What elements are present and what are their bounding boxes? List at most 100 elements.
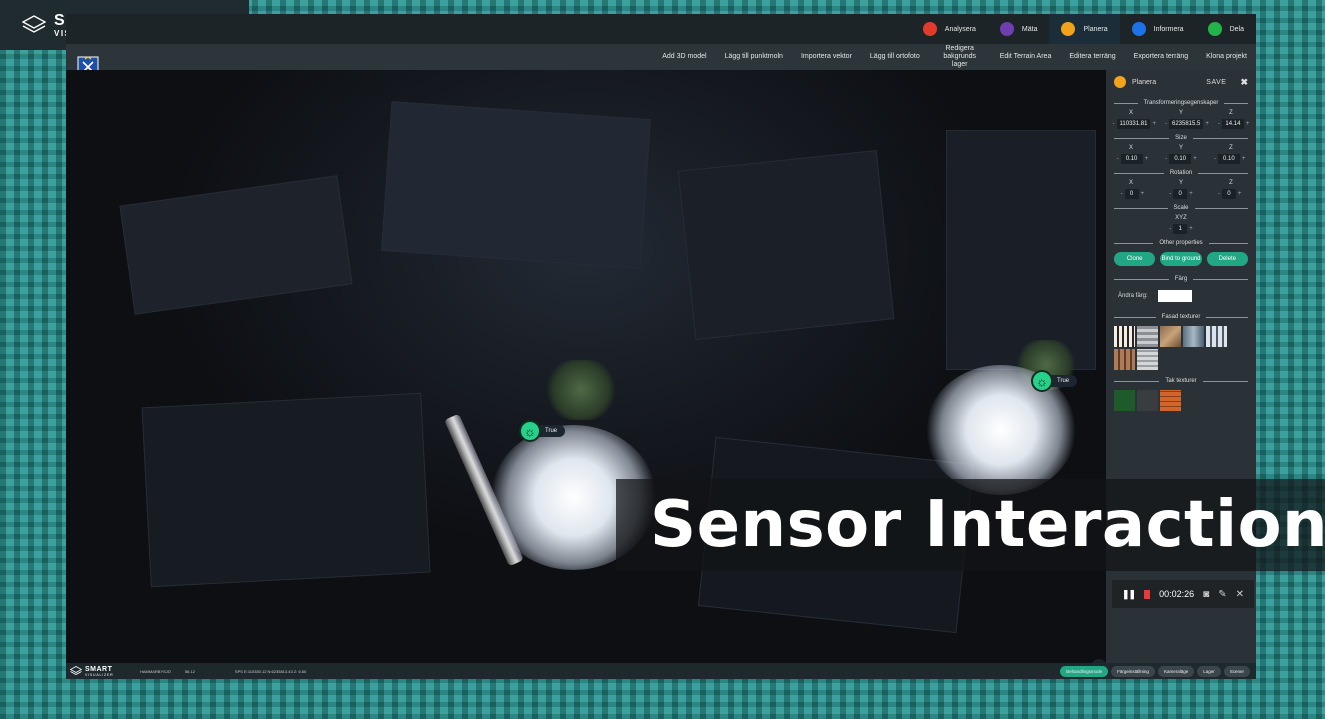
increment-button[interactable]: + (1193, 156, 1197, 162)
decrement-button[interactable]: - (1121, 191, 1123, 197)
increment-button[interactable]: + (1242, 156, 1246, 162)
facade-texture-swatch[interactable] (1137, 349, 1158, 370)
delete-button[interactable]: Delete (1206, 252, 1248, 266)
pause-icon[interactable]: ❚❚ (1122, 589, 1136, 600)
position-x-stepper[interactable]: -110331.81 + (1113, 119, 1156, 129)
increment-button[interactable]: + (1189, 226, 1193, 232)
decrement-button[interactable]: - (1169, 226, 1171, 232)
increment-button[interactable]: + (1238, 191, 1242, 197)
position-z-input[interactable]: 14.14 (1221, 119, 1244, 129)
scale-stepper[interactable]: -1 + (1169, 224, 1193, 234)
tab-behandlingsmode[interactable]: Behandlingsmode (1060, 665, 1109, 677)
rotation-axes: X Y Z (1106, 180, 1256, 186)
add-3d-model-button[interactable]: Add 3D model (653, 53, 715, 61)
facade-textures-title: Fasad texturer (1106, 314, 1256, 320)
tab-scener[interactable]: Scener (1223, 665, 1250, 677)
section-label: Färg (1174, 276, 1188, 282)
size-y-stepper[interactable]: -0.10 + (1165, 154, 1197, 164)
tab-fargeinstallning[interactable]: Färgeinställning (1111, 665, 1155, 677)
facade-texture-grid (1106, 326, 1256, 370)
tab-analysera[interactable]: Analysera (911, 14, 988, 44)
position-fields: -110331.81 + -6235815.5 + -14.14 + (1106, 119, 1256, 129)
position-axes: X Y Z (1106, 110, 1256, 116)
status-logo-name: SMART (85, 665, 113, 673)
tab-mata[interactable]: Mäta (988, 14, 1050, 44)
edit-background-layer-button[interactable]: Redigera bakgrunds lager (929, 45, 991, 69)
size-x-input[interactable]: 0.10 (1120, 154, 1143, 164)
position-y-stepper[interactable]: -6235815.5 + (1165, 119, 1209, 129)
tab-dela[interactable]: Dela (1196, 14, 1256, 44)
clone-project-button[interactable]: Klona projekt (1197, 53, 1256, 61)
export-terrain-button[interactable]: Exportera terräng (1125, 53, 1197, 61)
facade-texture-swatch[interactable] (1114, 349, 1135, 370)
annotate-icon[interactable]: ✎ (1218, 589, 1226, 600)
decrement-button[interactable]: - (1169, 191, 1171, 197)
roof-texture-swatch[interactable] (1137, 390, 1158, 411)
camera-icon[interactable]: ◙ (1203, 589, 1209, 600)
increment-button[interactable]: + (1141, 191, 1145, 197)
close-icon[interactable]: ✕ (1236, 589, 1244, 600)
close-icon[interactable]: ✖ (1240, 77, 1248, 88)
measure-icon (999, 22, 1014, 36)
bind-to-ground-button[interactable]: Bind to ground (1160, 252, 1202, 266)
rotation-z-input[interactable]: 0 (1221, 189, 1236, 199)
size-z-stepper[interactable]: -0.10 + (1214, 154, 1246, 164)
rotation-x-input[interactable]: 0 (1124, 189, 1139, 199)
facade-texture-swatch[interactable] (1137, 326, 1158, 347)
decrement-button[interactable]: - (1218, 121, 1220, 127)
tree (546, 360, 616, 420)
increment-button[interactable]: + (1246, 121, 1250, 127)
size-z-input[interactable]: 0.10 (1217, 154, 1240, 164)
roof-texture-swatch[interactable] (1160, 390, 1181, 411)
sensor-icon: ☼ (1031, 370, 1053, 392)
increment-button[interactable]: + (1145, 156, 1149, 162)
tab-kameralage[interactable]: Kameraläge (1157, 665, 1195, 677)
add-point-cloud-button[interactable]: Lägg till punktmoln (716, 53, 792, 61)
tab-label: Analysera (944, 25, 976, 33)
rotation-y-input[interactable]: 0 (1173, 189, 1188, 199)
add-orthophoto-button[interactable]: Lägg till ortofoto (861, 53, 929, 61)
import-vector-button[interactable]: Importera vektor (792, 53, 861, 61)
increment-button[interactable]: + (1205, 121, 1209, 127)
clone-button[interactable]: Clone (1114, 252, 1156, 266)
tab-planera[interactable]: Planera (1049, 14, 1120, 44)
increment-button[interactable]: + (1152, 121, 1156, 127)
3d-viewport[interactable]: ☼ True ☼ True ? 2D ➚ (66, 70, 1106, 663)
rotation-z-stepper[interactable]: -0 + (1218, 189, 1242, 199)
sensor-marker[interactable]: ☼ True (519, 420, 566, 442)
inform-icon (1131, 22, 1146, 36)
decrement-button[interactable]: - (1113, 121, 1115, 127)
position-y-input[interactable]: 6235815.5 (1169, 119, 1204, 129)
facade-texture-swatch[interactable] (1183, 326, 1204, 347)
size-section-title: Size (1106, 135, 1256, 141)
decrement-button[interactable]: - (1214, 156, 1216, 162)
stop-icon[interactable] (1144, 589, 1151, 599)
facade-texture-swatch[interactable] (1160, 326, 1181, 347)
size-x-stepper[interactable]: -0.10 + (1117, 154, 1149, 164)
rotation-y-stepper[interactable]: -0 + (1169, 189, 1193, 199)
position-x-input[interactable]: 110331.81 (1116, 119, 1151, 129)
facade-texture-swatch[interactable] (1114, 326, 1135, 347)
roof-textures-title: Tak texturer (1106, 378, 1256, 384)
edit-terrain-button[interactable]: Editera terräng (1060, 53, 1124, 61)
scale-input[interactable]: 1 (1173, 224, 1188, 234)
decrement-button[interactable]: - (1165, 156, 1167, 162)
facade-texture-swatch[interactable] (1206, 326, 1227, 347)
building (119, 175, 353, 315)
edit-terrain-area-button[interactable]: Edit Terrain Area (991, 53, 1061, 61)
roof-texture-swatch[interactable] (1114, 390, 1135, 411)
decrement-button[interactable]: - (1165, 121, 1167, 127)
rotation-section-title: Rotation (1106, 170, 1256, 176)
increment-button[interactable]: + (1189, 191, 1193, 197)
color-picker-swatch[interactable] (1157, 290, 1192, 302)
position-z-stepper[interactable]: -14.14 + (1218, 119, 1250, 129)
roof-texture-grid (1106, 390, 1256, 411)
tab-informera[interactable]: Informera (1120, 14, 1196, 44)
save-button[interactable]: SAVE (1206, 79, 1226, 86)
sensor-marker[interactable]: ☼ True (1031, 370, 1078, 392)
tab-lager[interactable]: Lager (1197, 665, 1221, 677)
decrement-button[interactable]: - (1218, 191, 1220, 197)
rotation-x-stepper[interactable]: -0 + (1121, 189, 1145, 199)
decrement-button[interactable]: - (1117, 156, 1119, 162)
size-y-input[interactable]: 0.10 (1169, 154, 1192, 164)
